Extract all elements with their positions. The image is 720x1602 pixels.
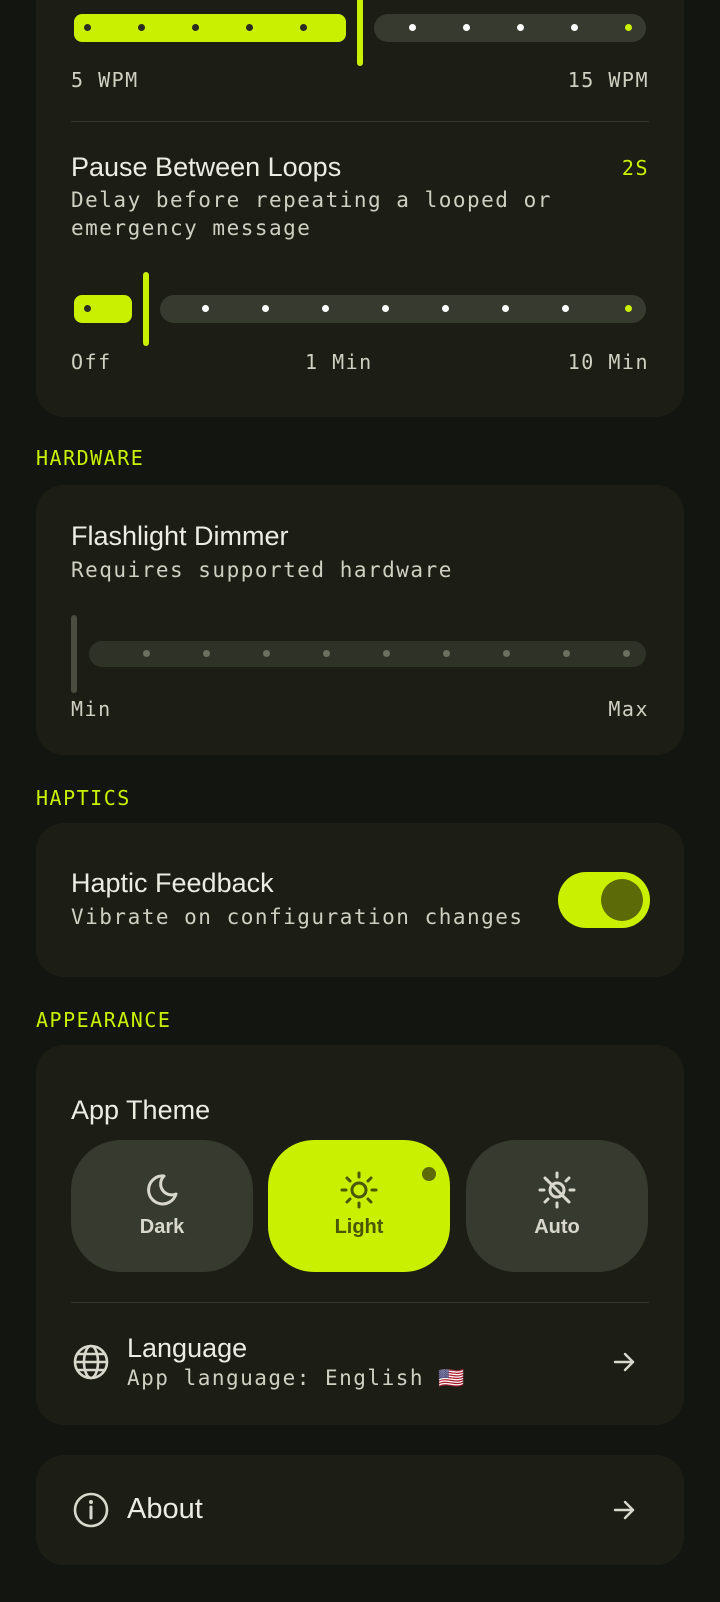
flashlight-description: Requires supported hardware	[71, 558, 453, 582]
theme-auto-button[interactable]: Auto	[466, 1140, 648, 1272]
flashlight-tick	[383, 650, 390, 657]
pause-tick	[382, 305, 389, 312]
selected-indicator	[422, 1167, 436, 1181]
flashlight-tick	[503, 650, 510, 657]
haptic-description: Vibrate on configuration changes	[71, 905, 524, 929]
speed-tick-end	[625, 24, 632, 31]
pause-tick-end	[625, 305, 632, 312]
language-title: Language	[127, 1333, 248, 1363]
pause-slider-inactive-track	[160, 295, 646, 323]
about-title: About	[127, 1493, 203, 1525]
theme-auto-label: Auto	[534, 1216, 580, 1238]
speed-tick	[138, 24, 145, 31]
globe-icon	[73, 1344, 109, 1380]
info-icon	[73, 1492, 109, 1528]
pause-tick	[262, 305, 269, 312]
arrow-right-icon	[613, 1352, 635, 1372]
moon-icon	[147, 1174, 178, 1206]
pause-slider-handle[interactable]	[143, 272, 149, 346]
speed-tick	[571, 24, 578, 31]
pause-tick	[502, 305, 509, 312]
pause-mid-label: 1 Min	[305, 350, 373, 374]
theme-dark-button[interactable]: Dark	[71, 1140, 253, 1272]
speed-min-label: 5 WPM	[71, 68, 139, 92]
appearance-card: App Theme Dark Light Auto Language App l…	[36, 1045, 684, 1425]
flashlight-tick	[143, 650, 150, 657]
section-hardware: HARDWARE	[36, 446, 145, 470]
pause-tick	[202, 305, 209, 312]
theme-dark-label: Dark	[139, 1216, 185, 1238]
app-theme-title: App Theme	[71, 1095, 211, 1125]
flashlight-slider-handle	[71, 615, 77, 693]
speed-tick	[409, 24, 416, 31]
haptic-toggle[interactable]	[558, 872, 650, 928]
section-haptics: HAPTICS	[36, 786, 131, 810]
speed-slider-handle[interactable]	[357, 0, 363, 66]
pause-tick	[442, 305, 449, 312]
section-appearance: APPEARANCE	[36, 1008, 172, 1032]
haptic-title: Haptic Feedback	[71, 868, 274, 898]
pause-slider-active-track	[74, 295, 132, 323]
pause-description: Delay before repeating a looped or emerg…	[71, 188, 552, 240]
pause-title: Pause Between Loops	[71, 152, 342, 182]
speed-tick	[246, 24, 253, 31]
pause-tick	[84, 305, 91, 312]
flashlight-tick	[323, 650, 330, 657]
speed-tick	[517, 24, 524, 31]
pause-value: 2S	[621, 156, 649, 180]
language-subtitle: App language: English 🇺🇸	[127, 1366, 466, 1390]
flashlight-tick	[443, 650, 450, 657]
pause-off-label: Off	[71, 350, 112, 374]
flashlight-tick	[203, 650, 210, 657]
theme-light-button[interactable]: Light	[268, 1140, 450, 1272]
auto-brightness-icon	[538, 1171, 576, 1209]
sun-icon	[340, 1171, 378, 1209]
arrow-right-icon	[613, 1500, 635, 1520]
playback-card: 5 WPM 15 WPM Pause Between Loops 2S Dela…	[36, 0, 684, 417]
speed-tick	[463, 24, 470, 31]
theme-light-label: Light	[334, 1216, 384, 1238]
flashlight-tick	[623, 650, 630, 657]
flashlight-max-label: Max	[608, 697, 649, 721]
flashlight-tick	[563, 650, 570, 657]
divider	[71, 121, 649, 122]
speed-tick	[192, 24, 199, 31]
haptics-card[interactable]: Haptic Feedback Vibrate on configuration…	[36, 823, 684, 977]
flashlight-min-label: Min	[71, 697, 112, 721]
about-card[interactable]: About	[36, 1455, 684, 1565]
pause-max-label: 10 Min	[567, 350, 649, 374]
speed-tick	[84, 24, 91, 31]
language-row[interactable]: Language App language: English 🇺🇸	[36, 1303, 684, 1423]
pause-tick	[562, 305, 569, 312]
flashlight-title: Flashlight Dimmer	[71, 521, 289, 551]
flashlight-tick	[263, 650, 270, 657]
speed-max-label: 15 WPM	[567, 68, 649, 92]
haptic-toggle-knob	[601, 879, 643, 921]
pause-tick	[322, 305, 329, 312]
hardware-card: Flashlight Dimmer Requires supported har…	[36, 485, 684, 755]
speed-tick	[300, 24, 307, 31]
